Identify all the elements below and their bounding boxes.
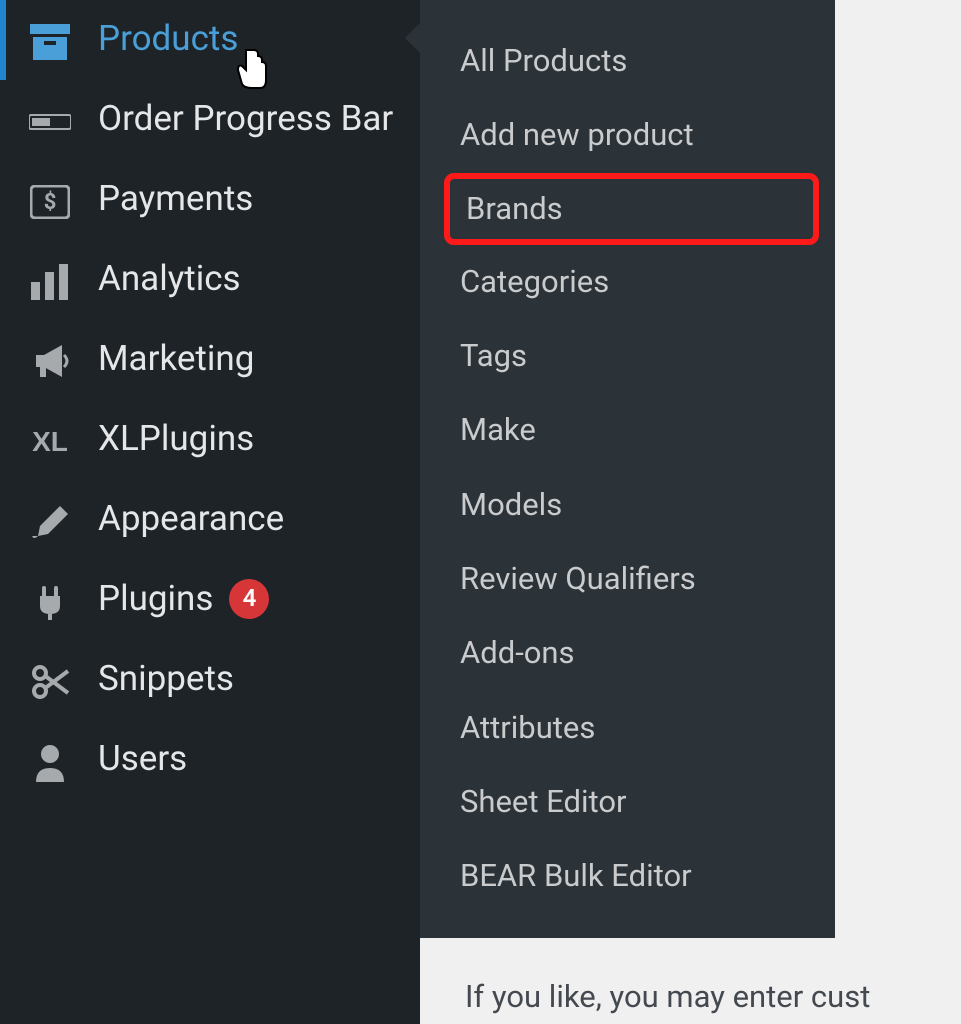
xl-text-icon: XL xyxy=(28,420,72,464)
sidebar-item-label: Snippets xyxy=(98,656,234,702)
sidebar-item-label: Payments xyxy=(98,176,253,222)
submenu-attributes[interactable]: Attributes xyxy=(420,691,835,765)
sidebar-item-label: Appearance xyxy=(98,496,284,542)
sidebar-item-order-progress[interactable]: Order Progress Bar xyxy=(0,80,420,160)
submenu-make[interactable]: Make xyxy=(420,393,835,467)
sidebar-item-snippets[interactable]: Snippets xyxy=(0,640,420,720)
dollar-box-icon: $ xyxy=(28,180,72,224)
sidebar-item-label: Plugins 4 xyxy=(98,576,269,622)
submenu-models[interactable]: Models xyxy=(420,468,835,542)
submenu-brands[interactable]: Brands xyxy=(444,173,819,245)
submenu-tags[interactable]: Tags xyxy=(420,319,835,393)
bar-chart-icon xyxy=(28,260,72,304)
sidebar-item-label: Products xyxy=(98,16,238,62)
user-icon xyxy=(28,740,72,784)
sidebar-item-label: Order Progress Bar xyxy=(98,96,393,142)
sidebar-item-payments[interactable]: $ Payments xyxy=(0,160,420,240)
sidebar-item-products[interactable]: Products xyxy=(0,0,420,80)
submenu-sheet-editor[interactable]: Sheet Editor xyxy=(420,765,835,839)
sidebar-item-label: XLPlugins xyxy=(98,416,254,462)
megaphone-icon xyxy=(28,340,72,384)
sidebar-item-label: Marketing xyxy=(98,336,254,382)
archive-box-icon xyxy=(28,20,72,64)
admin-sidebar: Products Order Progress Bar $ Payments A… xyxy=(0,0,420,1024)
sidebar-item-analytics[interactable]: Analytics xyxy=(0,240,420,320)
submenu-review-qualifiers[interactable]: Review Qualifiers xyxy=(420,542,835,616)
submenu-all-products[interactable]: All Products xyxy=(420,24,835,98)
scissors-icon xyxy=(28,660,72,704)
progress-bar-icon xyxy=(28,100,72,144)
sidebar-item-label: Users xyxy=(98,736,187,782)
sidebar-item-plugins[interactable]: Plugins 4 xyxy=(0,560,420,640)
sidebar-item-marketing[interactable]: Marketing xyxy=(0,320,420,400)
content-paragraph: If you like, you may enter cust xyxy=(465,978,870,1015)
submenu-add-new-product[interactable]: Add new product xyxy=(420,98,835,172)
svg-text:$: $ xyxy=(44,190,57,215)
plugins-update-badge: 4 xyxy=(229,579,269,619)
sidebar-item-label: Analytics xyxy=(98,256,241,302)
products-submenu: All Products Add new product Brands Cate… xyxy=(420,0,835,938)
plug-icon xyxy=(28,580,72,624)
sidebar-item-appearance[interactable]: Appearance xyxy=(0,480,420,560)
paintbrush-icon xyxy=(28,500,72,544)
submenu-add-ons[interactable]: Add-ons xyxy=(420,616,835,690)
sidebar-item-xlplugins[interactable]: XL XLPlugins xyxy=(0,400,420,480)
submenu-bear-bulk-editor[interactable]: BEAR Bulk Editor xyxy=(420,839,835,913)
submenu-categories[interactable]: Categories xyxy=(420,245,835,319)
sidebar-item-users[interactable]: Users xyxy=(0,720,420,800)
